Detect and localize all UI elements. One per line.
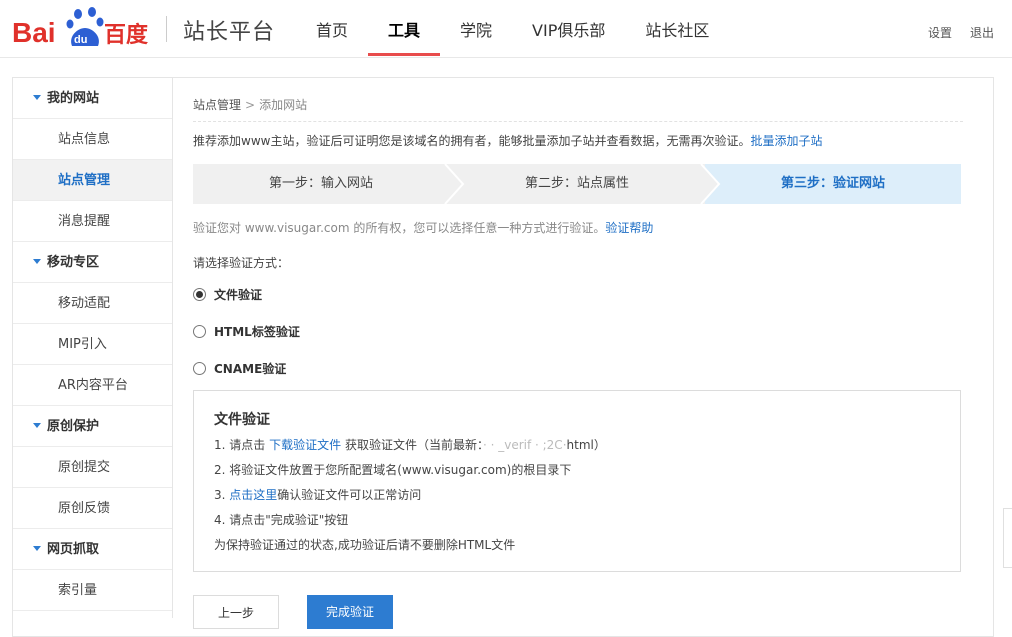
- sidebar-item-mip[interactable]: MIP引入: [13, 324, 172, 365]
- sidebar-group-original-protection[interactable]: 原创保护: [13, 406, 172, 447]
- step-arrow-icon: [699, 164, 721, 204]
- panel-title: 文件验证: [214, 412, 270, 428]
- download-verify-file-link[interactable]: 下载验证文件: [269, 438, 341, 452]
- step-progress: 第一步：输入网站 第二步：站点属性 第三步：验证网站: [193, 164, 961, 204]
- instruction-step-4: 4. 请点击"完成验证"按钮: [214, 513, 349, 527]
- sidebar-group-label: 原创保护: [47, 419, 100, 434]
- sidebar-item-ar-platform[interactable]: AR内容平台: [13, 365, 172, 406]
- verify-help-link[interactable]: 验证帮助: [605, 221, 653, 235]
- sidebar-item-site-management[interactable]: 站点管理: [13, 160, 172, 201]
- sidebar-group-crawl[interactable]: 网页抓取: [13, 529, 172, 570]
- step-label: 第三步：验证网站: [780, 176, 885, 191]
- nav-tools[interactable]: 工具: [368, 0, 441, 58]
- sidebar-group-label: 移动专区: [47, 255, 100, 270]
- step-label: 第一步：输入网站: [268, 176, 373, 191]
- intro-description: 推荐添加www主站，验证后可证明您是该域名的拥有者，能够批量添加子站并查看数据，…: [193, 134, 751, 148]
- instruction-step-2: 2. 将验证文件放置于您所配置域名(www.visugar.com)的根目录下: [214, 463, 572, 477]
- instruction-step-1: 1. 请点击 下载验证文件 获取验证文件（当前最新：· · _verif · ;…: [214, 436, 606, 453]
- nav-academy[interactable]: 学院: [440, 0, 512, 58]
- click-here-link[interactable]: 点击这里: [229, 488, 277, 502]
- sidebar-item-mobile-adapt[interactable]: 移动适配: [13, 283, 172, 324]
- method-label: CNAME验证: [214, 362, 287, 376]
- sidebar-group-my-sites[interactable]: 我的网站: [13, 78, 172, 119]
- sidebar-item-message-alerts[interactable]: 消息提醒: [13, 201, 172, 242]
- sidebar-item-site-info[interactable]: 站点信息: [13, 119, 172, 160]
- radio-button[interactable]: [193, 362, 206, 375]
- choose-method-label: 请选择验证方式：: [193, 256, 290, 270]
- step-1: 第一步：输入网站: [193, 164, 449, 204]
- main-content: 站点管理 > 添加网站 推荐添加www主站，验证后可证明您是该域名的拥有者，能够批量…: [193, 78, 963, 629]
- step-arrow-icon: [444, 164, 465, 204]
- triangle-down-icon: [33, 259, 41, 264]
- instruction-step-3: 3. 点击这里确认验证文件可以正常访问: [214, 486, 421, 503]
- breadcrumb-separator: >: [245, 98, 256, 112]
- method-label: 文件验证: [214, 288, 263, 302]
- svg-text:百度: 百度: [104, 22, 149, 48]
- radio-button[interactable]: [193, 325, 206, 338]
- sidebar-group-label: 网页抓取: [47, 542, 100, 557]
- sidebar: 我的网站 站点信息 站点管理 消息提醒 移动专区 移动适配 MIP引入 AR内容…: [13, 78, 173, 618]
- sidebar-item-original-submit[interactable]: 原创提交: [13, 447, 172, 488]
- breadcrumb: 站点管理 > 添加网站: [193, 96, 307, 113]
- method-cname-option[interactable]: CNAME验证: [193, 360, 286, 377]
- top-header: Bai du 百度 站长平台 首页 工具 学院 VIP俱乐部 站长社区 设置 退…: [0, 0, 1012, 58]
- file-verify-panel: 文件验证 1. 请点击 下载验证文件 获取验证文件（当前最新：· · _veri…: [193, 390, 961, 572]
- method-html-tag-option[interactable]: HTML标签验证: [193, 323, 300, 340]
- header-links: 设置 退出: [928, 24, 994, 41]
- logout-link[interactable]: 退出: [970, 24, 994, 41]
- blurred-filename: · · _verif · ;2C·: [482, 438, 567, 452]
- instruction-text: 3.: [214, 488, 226, 502]
- step-label: 第二步：站点属性: [524, 176, 629, 191]
- instruction-text: 1. 请点击: [214, 438, 266, 452]
- nav-community[interactable]: 站长社区: [625, 0, 729, 58]
- method-file-option[interactable]: 文件验证: [193, 286, 262, 303]
- method-label: HTML标签验证: [214, 325, 300, 339]
- sidebar-item-index-volume[interactable]: 索引量: [13, 570, 172, 611]
- batch-add-subsites-link[interactable]: 批量添加子站: [750, 134, 822, 148]
- radio-button[interactable]: [193, 288, 206, 301]
- triangle-down-icon: [33, 423, 41, 428]
- content-container: 我的网站 站点信息 站点管理 消息提醒 移动专区 移动适配 MIP引入 AR内容…: [12, 77, 994, 637]
- instruction-text: html）: [566, 438, 606, 452]
- breadcrumb-parent[interactable]: 站点管理: [193, 98, 241, 112]
- main-nav: 首页 工具 学院 VIP俱乐部 站长社区: [296, 0, 729, 58]
- sidebar-group-label: 我的网站: [47, 91, 100, 106]
- logo-divider: [166, 16, 167, 42]
- settings-link[interactable]: 设置: [928, 24, 952, 41]
- site-title: 站长平台: [183, 20, 276, 45]
- panel-note: 为保持验证通过的状态,成功验证后请不要删除HTML文件: [214, 538, 516, 552]
- svg-text:du: du: [74, 34, 87, 46]
- nav-home[interactable]: 首页: [296, 0, 368, 58]
- verify-text: 验证您对 www.visugar.com 的所有权，您可以选择任意一种方式进行验…: [193, 221, 606, 235]
- nav-vip-club[interactable]: VIP俱乐部: [512, 0, 625, 58]
- step-2: 第二步：站点属性: [449, 164, 705, 204]
- sidebar-item-original-feedback[interactable]: 原创反馈: [13, 488, 172, 529]
- triangle-down-icon: [33, 546, 41, 551]
- divider: [193, 121, 963, 122]
- triangle-down-icon: [33, 95, 41, 100]
- step-3: 第三步：验证网站: [705, 164, 961, 204]
- verify-description: 验证您对 www.visugar.com 的所有权，您可以选择任意一种方式进行验…: [193, 219, 653, 236]
- svg-text:Bai: Bai: [12, 17, 56, 48]
- prev-step-button[interactable]: 上一步: [193, 595, 279, 629]
- complete-verification-button[interactable]: 完成验证: [307, 595, 393, 629]
- instruction-text: 获取验证文件（当前最新：: [344, 438, 483, 452]
- side-widget[interactable]: [1003, 508, 1012, 568]
- sidebar-group-mobile[interactable]: 移动专区: [13, 242, 172, 283]
- baidu-logo[interactable]: Bai du 百度: [12, 2, 152, 48]
- intro-text: 推荐添加www主站，验证后可证明您是该域名的拥有者，能够批量添加子站并查看数据，…: [193, 132, 822, 149]
- breadcrumb-current: 添加网站: [259, 98, 308, 112]
- instruction-text: 确认验证文件可以正常访问: [277, 488, 422, 502]
